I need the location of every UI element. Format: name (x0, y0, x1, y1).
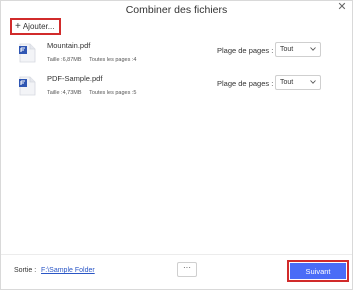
file-row: Mountain.pdf Taille :6,87MB Toutes les p… (1, 41, 352, 71)
footer-divider (1, 254, 352, 255)
page-range-label: Plage de pages : (217, 79, 274, 88)
file-row: PDF-Sample.pdf Taille :4,73MB Toutes les… (1, 74, 352, 104)
chevron-down-icon (310, 47, 316, 51)
file-meta: Taille :6,87MB Toutes les pages :4 (47, 57, 136, 63)
page-range-label: Plage de pages : (217, 46, 274, 55)
page-range-value: Tout (280, 79, 294, 86)
add-files-button[interactable]: + Ajouter... (10, 18, 61, 35)
page-range-select[interactable]: Tout (275, 42, 321, 57)
output-folder-link[interactable]: F:\Sample Folder (41, 267, 95, 274)
file-size: Taille :6,87MB (47, 57, 82, 63)
pdf-file-icon (19, 43, 36, 63)
page-range-value: Tout (280, 46, 294, 53)
file-name: PDF-Sample.pdf (47, 74, 103, 83)
combine-files-dialog: Combiner des fichiers ✕ + Ajouter... Mou… (0, 0, 353, 290)
page-range-select[interactable]: Tout (275, 75, 321, 90)
output-label: Sortie : (14, 267, 37, 274)
browse-folder-button[interactable]: ··· (177, 262, 197, 277)
file-page-count: Toutes les pages :4 (89, 57, 137, 63)
close-icon[interactable]: ✕ (336, 1, 348, 13)
next-button-highlight: Suivant (287, 260, 349, 282)
file-meta: Taille :4,73MB Toutes les pages :5 (47, 90, 136, 96)
file-size: Taille :4,73MB (47, 90, 82, 96)
next-button[interactable]: Suivant (290, 263, 346, 279)
dialog-title: Combiner des fichiers (125, 4, 228, 16)
plus-icon: + (15, 20, 21, 32)
add-files-label: Ajouter... (22, 22, 55, 31)
file-page-count: Toutes les pages :5 (89, 90, 137, 96)
file-name: Mountain.pdf (47, 41, 91, 50)
chevron-down-icon (310, 80, 316, 84)
pdf-file-icon (19, 76, 36, 96)
